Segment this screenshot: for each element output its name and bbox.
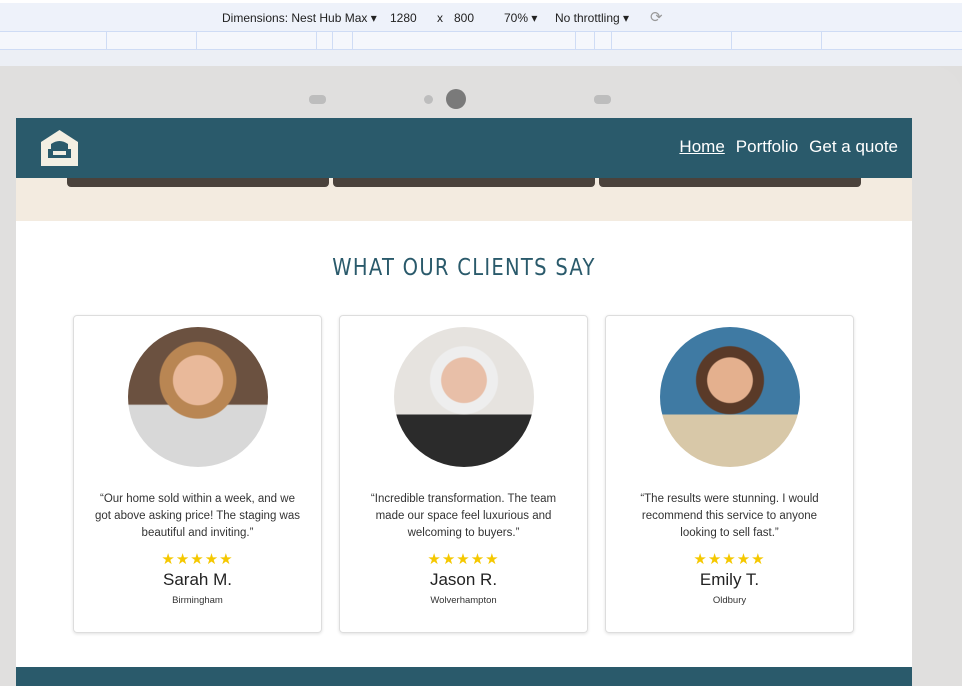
nav-portfolio[interactable]: Portfolio <box>736 137 798 157</box>
testimonial-card: “Incredible transformation. The team mad… <box>339 315 588 633</box>
star-rating: ★★★★★ <box>427 551 500 568</box>
armchair-logo-icon[interactable] <box>41 130 78 166</box>
portfolio-image <box>67 178 329 187</box>
testimonial-quote: “Our home sold within a week, and we got… <box>95 493 300 539</box>
portfolio-image <box>333 178 595 187</box>
device-select[interactable]: Dimensions: Nest Hub Max ▾ <box>222 11 377 25</box>
testimonial-quote: “Incredible transformation. The team mad… <box>370 493 557 539</box>
avatar <box>659 327 800 467</box>
client-name: Sarah M. <box>163 570 232 589</box>
section-title: WHAT OUR CLIENTS SAY <box>332 255 596 281</box>
footer <box>16 667 912 686</box>
star-rating: ★★★★★ <box>161 551 234 568</box>
client-city: Birmingham <box>172 595 223 606</box>
rotate-icon[interactable]: ⟳ <box>650 8 663 26</box>
client-name: Jason R. <box>429 570 498 589</box>
viewport: Home Portfolio Get a quote WHAT OUR CLIE… <box>16 118 912 686</box>
testimonial-quote: “The results were stunning. I would reco… <box>640 493 819 539</box>
times-label: x <box>437 11 443 25</box>
nav-get-a-quote[interactable]: Get a quote <box>809 137 898 157</box>
throttling-select[interactable]: No throttling ▾ <box>555 11 629 25</box>
nav-home[interactable]: Home <box>679 137 724 157</box>
client-city: Oldbury <box>712 595 747 606</box>
navbar: Home Portfolio Get a quote <box>16 118 912 178</box>
avatar <box>393 327 534 467</box>
avatar <box>127 327 268 467</box>
devtools-toolbar: Dimensions: Nest Hub Max ▾ 1280 x 800 70… <box>0 0 962 31</box>
width-input[interactable]: 1280 <box>390 11 417 25</box>
zoom-select[interactable]: 70% ▾ <box>504 11 537 25</box>
client-name: Emily T. <box>699 570 760 589</box>
client-city: Wolverhampton <box>430 595 497 606</box>
media-query-ruler[interactable] <box>0 31 962 50</box>
testimonial-card: “Our home sold within a week, and we got… <box>73 315 322 633</box>
testimonial-card: “The results were stunning. I would reco… <box>605 315 854 633</box>
star-rating: ★★★★★ <box>693 551 766 568</box>
portfolio-image <box>599 178 861 187</box>
height-input[interactable]: 800 <box>454 11 474 25</box>
